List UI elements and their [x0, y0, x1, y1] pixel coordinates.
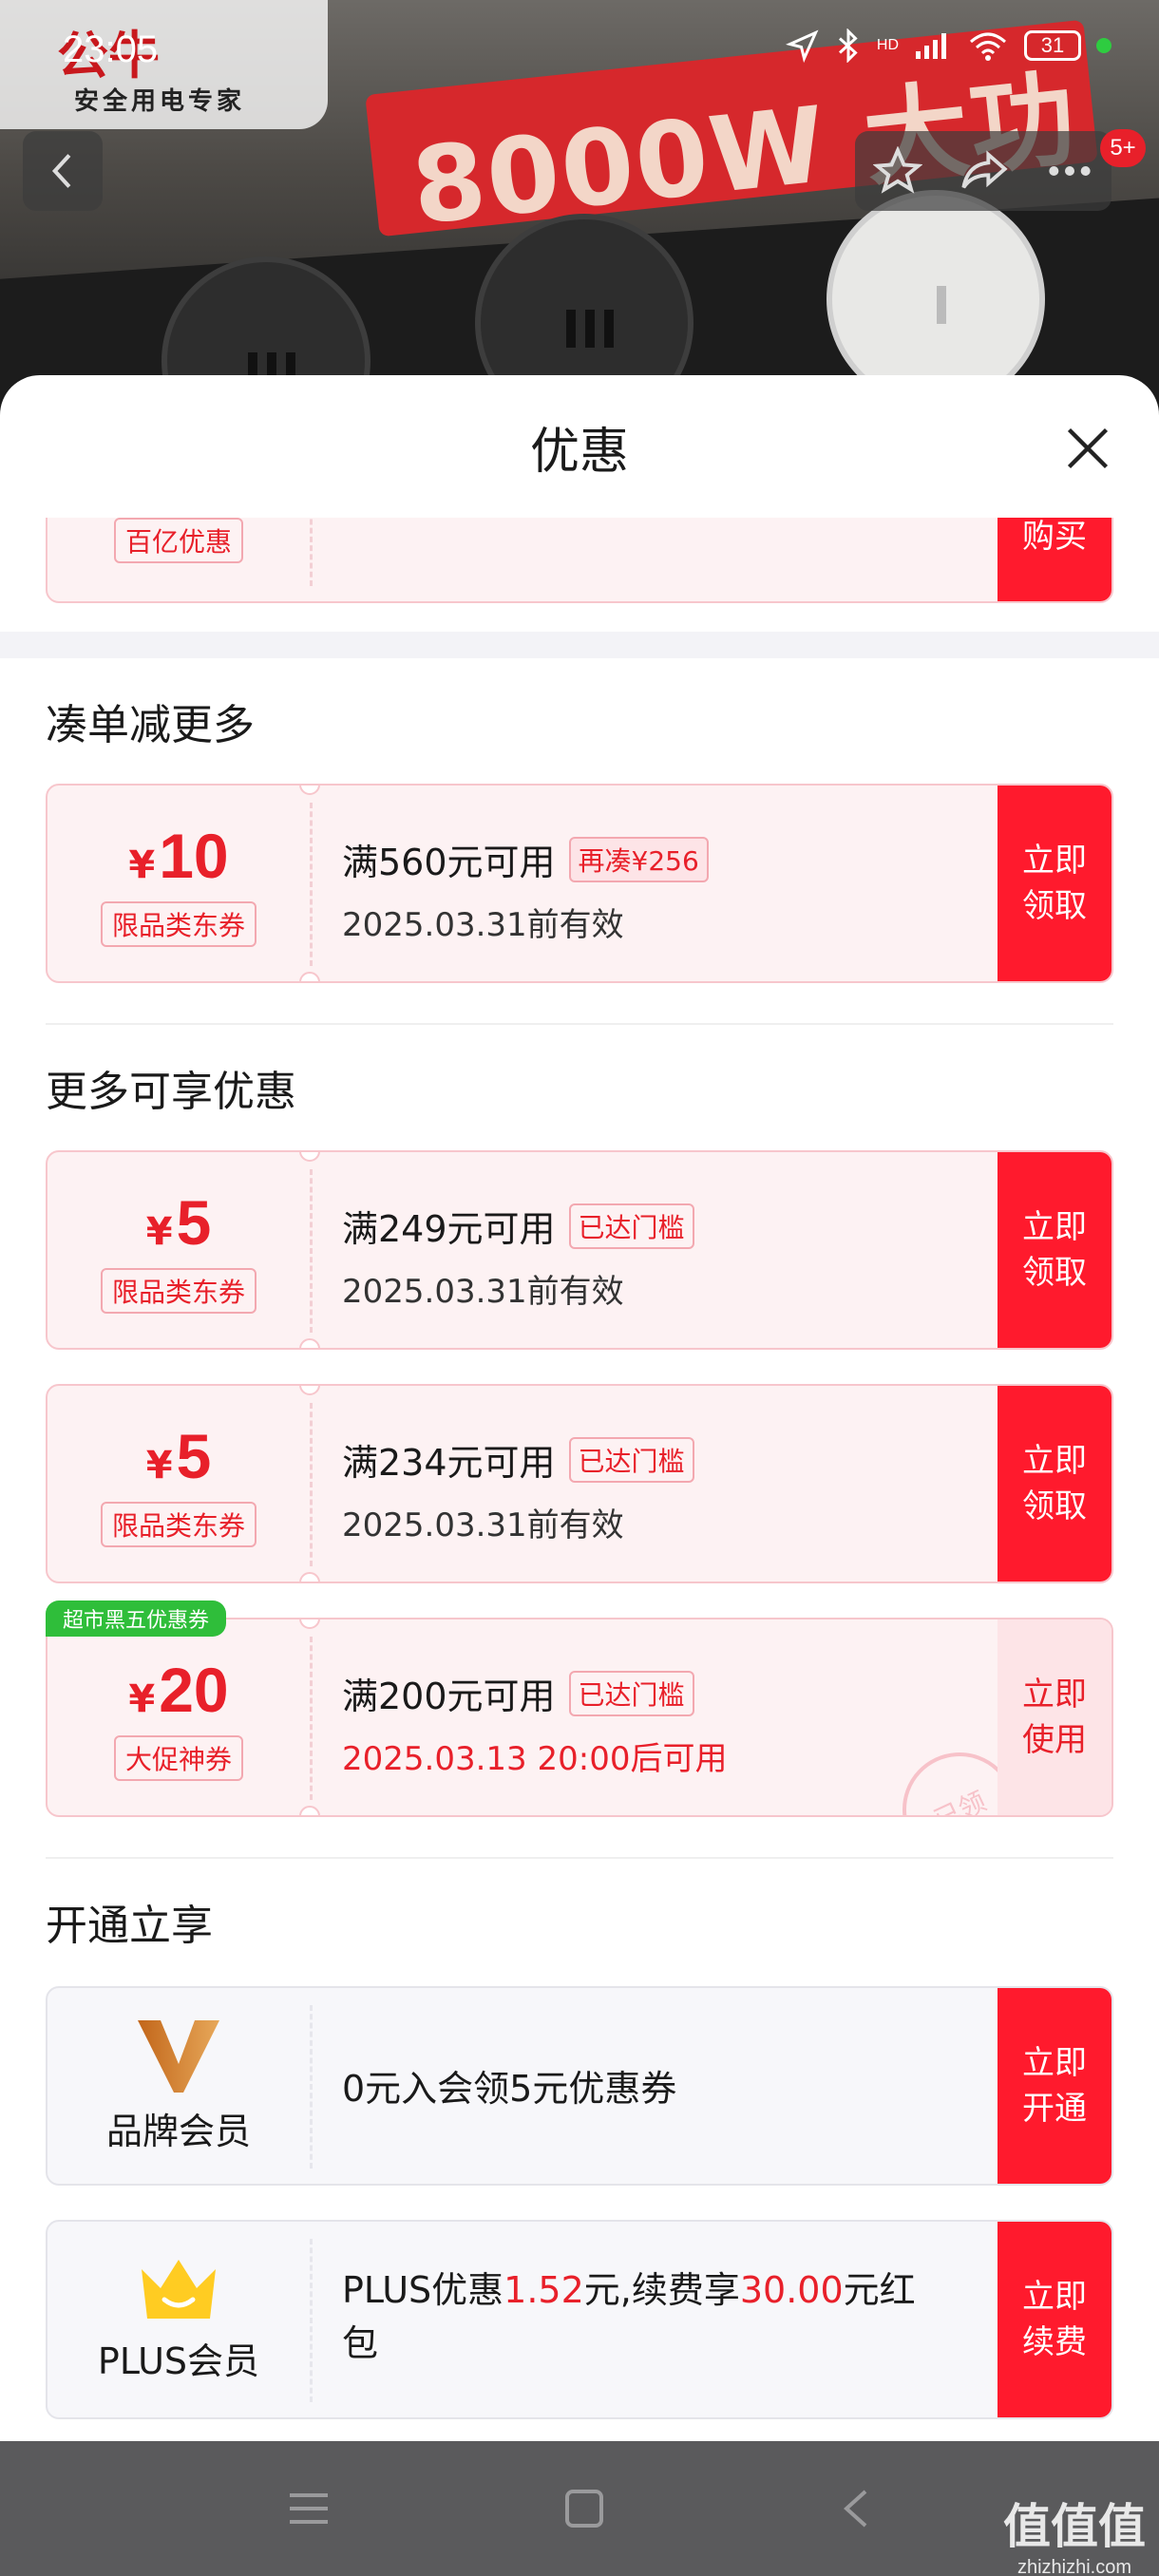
- system-navbar: [0, 2441, 1159, 2576]
- coupon-tag: 已达门槛: [568, 1670, 694, 1716]
- offers-sheet: 优惠 百亿优惠 购买 凑单减更多 ¥10 限品类东券 满560元可用 再凑¥256…: [0, 375, 1159, 2441]
- menu-icon[interactable]: [288, 2490, 330, 2528]
- member-card-brand: 品牌会员 0元入会领5元优惠券 立即 开通: [46, 1986, 1113, 2186]
- member-name: PLUS会员: [97, 2339, 260, 2382]
- claim-button[interactable]: 立即 领取: [998, 1152, 1112, 1348]
- status-time: 23:05: [63, 28, 159, 70]
- brand-slogan: 安全用电专家: [74, 87, 246, 116]
- coupon-type: 百亿优惠: [113, 518, 243, 563]
- member-name: 品牌会员: [105, 2110, 251, 2152]
- message-badge: 5+: [1100, 129, 1146, 167]
- coupon-type: 限品类东券: [100, 1502, 256, 1547]
- coupon-type: 大促神券: [113, 1735, 243, 1781]
- section-title-more-benefits: 更多可享优惠: [46, 1068, 296, 1116]
- brand-member-v-icon: [138, 2019, 219, 2093]
- share-icon[interactable]: [958, 146, 1011, 196]
- privacy-dot: [1096, 38, 1112, 53]
- coupon-type: 限品类东券: [100, 1268, 256, 1314]
- star-icon[interactable]: [872, 146, 922, 196]
- location-icon: [785, 29, 819, 63]
- coupon-condition: 满234元可用 已达门槛: [342, 1433, 1007, 1486]
- use-button[interactable]: 立即 使用: [998, 1619, 1112, 1815]
- coupon-amount: ¥5: [145, 1421, 212, 1491]
- claim-button[interactable]: 立即 领取: [998, 1386, 1112, 1582]
- more-icon[interactable]: [1046, 161, 1093, 180]
- renew-button[interactable]: 立即 续费: [998, 2222, 1112, 2417]
- status-icons: HD 31: [785, 28, 1112, 63]
- section-divider: [0, 632, 1159, 658]
- coupon-tag: 已达门槛: [568, 1203, 694, 1249]
- back-button[interactable]: [23, 131, 103, 211]
- section-title-open-enjoy: 开通立享: [46, 1902, 213, 1950]
- battery-icon: 31: [1024, 30, 1081, 61]
- coupon-type: 限品类东券: [100, 901, 256, 947]
- member-card-plus: PLUS会员 PLUS优惠1.52元,续费享30.00元红包 立即 续费: [46, 2220, 1113, 2419]
- home-icon[interactable]: [563, 2488, 605, 2529]
- sheet-title: 优惠: [529, 424, 629, 481]
- coupon-validity: 2025.03.13 20:00后可用: [342, 1740, 728, 1778]
- coupon-validity: 2025.03.31前有效: [342, 1273, 624, 1311]
- cutoff-button[interactable]: 购买: [998, 518, 1112, 601]
- coupon-validity: 2025.03.31前有效: [342, 906, 624, 944]
- crown-icon: [142, 2259, 216, 2319]
- coupon-amount: ¥5: [145, 1187, 212, 1258]
- back-icon[interactable]: [839, 2488, 871, 2529]
- site-watermark: 值值值 zhizhizhi.com: [1003, 2489, 1146, 2576]
- close-button[interactable]: [1054, 415, 1121, 482]
- hd-label: HD: [876, 37, 899, 53]
- promo-label: 超市黑五优惠券: [46, 1601, 226, 1637]
- member-desc: PLUS优惠1.52元,续费享30.00元红包: [342, 2269, 916, 2364]
- coupon-card: ¥5 限品类东券 满234元可用 已达门槛 2025.03.31前有效 立即 领取: [46, 1384, 1113, 1583]
- coupon-tag: 已达门槛: [568, 1436, 694, 1483]
- watermark-main: 值值值: [1003, 2499, 1146, 2554]
- claim-button[interactable]: 立即 领取: [998, 786, 1112, 981]
- brand-logo: 公牛 安全用电专家: [0, 0, 328, 129]
- coupon-condition: 满200元可用 已达门槛: [342, 1667, 1007, 1719]
- member-desc: 0元入会领5元优惠券: [342, 2068, 677, 2110]
- coupon-card: ¥5 限品类东券 满249元可用 已达门槛 2025.03.31前有效 立即 领取: [46, 1150, 1113, 1350]
- offers-list[interactable]: 百亿优惠 购买 凑单减更多 ¥10 限品类东券 满560元可用 再凑¥256 20…: [0, 518, 1159, 2441]
- coupon-condition: 满249元可用 已达门槛: [342, 1200, 1007, 1252]
- watermark-sub: zhizhizhi.com: [1016, 2557, 1132, 2576]
- coupon-condition: 满560元可用 再凑¥256: [342, 833, 1007, 885]
- coupon-tag: 再凑¥256: [568, 836, 709, 882]
- open-member-button[interactable]: 立即 开通: [998, 1988, 1112, 2184]
- section-title-more-discount: 凑单减更多: [46, 701, 255, 749]
- signal-icon: [916, 33, 946, 59]
- wifi-icon: [970, 32, 1006, 61]
- cutoff-coupon: 百亿优惠 购买: [46, 518, 1113, 603]
- coupon-validity: 2025.03.31前有效: [342, 1506, 624, 1544]
- bluetooth-icon: [838, 28, 858, 63]
- chevron-left-icon: [51, 154, 71, 188]
- coupon-card: ¥10 限品类东券 满560元可用 再凑¥256 2025.03.31前有效 立即…: [46, 784, 1113, 983]
- coupon-amount: ¥20: [128, 1655, 229, 1725]
- top-toolbar: [855, 131, 1112, 211]
- coupon-amount: ¥10: [128, 821, 229, 891]
- close-icon: [1067, 427, 1109, 469]
- coupon-card: ¥20 大促神券 满200元可用 已达门槛 2025.03.13 20:00后可用…: [46, 1618, 1113, 1817]
